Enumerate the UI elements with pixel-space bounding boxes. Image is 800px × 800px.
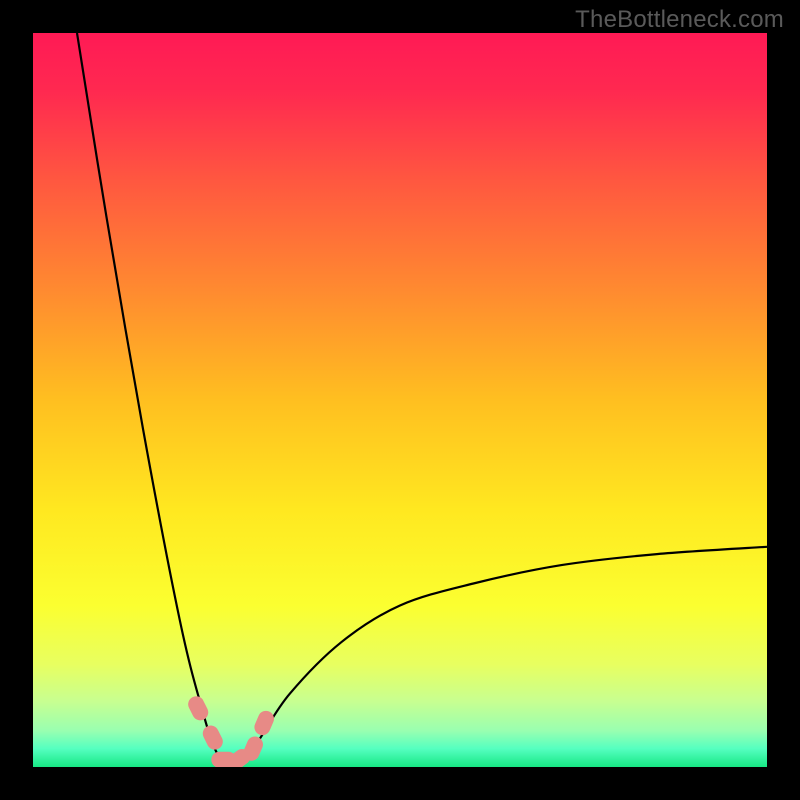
curve-marker bbox=[186, 694, 210, 722]
curve-marker bbox=[201, 724, 225, 752]
bottleneck-curve bbox=[33, 33, 767, 767]
plot-area bbox=[33, 33, 767, 767]
curve-marker bbox=[253, 709, 276, 737]
watermark-text: TheBottleneck.com bbox=[575, 6, 784, 34]
chart-frame: TheBottleneck.com bbox=[0, 0, 800, 800]
